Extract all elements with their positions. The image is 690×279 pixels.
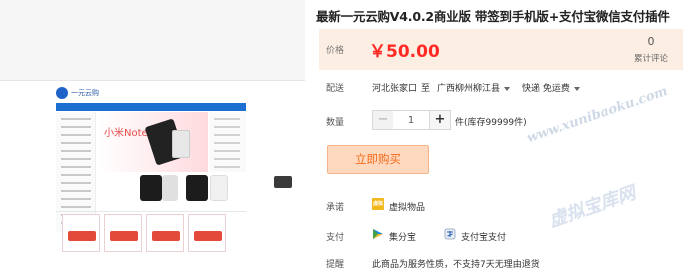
site-banner: 小米Note bbox=[98, 112, 208, 172]
review-count[interactable]: 0 bbox=[633, 35, 669, 48]
promise-text: 虚拟物品 bbox=[389, 203, 426, 213]
price-value: ￥50.00 bbox=[369, 42, 440, 62]
site-product-thumb bbox=[210, 175, 228, 201]
site-product-card bbox=[104, 214, 142, 252]
destination-select[interactable]: 广西柳州柳江县 bbox=[437, 81, 511, 94]
shipping-text: 快递 免运费 bbox=[522, 84, 570, 94]
chevron-down-icon bbox=[573, 86, 580, 91]
virtual-goods-icon: 虚拟 bbox=[372, 198, 384, 210]
promise-label: 承诺 bbox=[326, 203, 345, 213]
site-product-thumb bbox=[140, 175, 162, 201]
notice-text: 此商品为服务性质，不支持7天无理由退货 bbox=[372, 260, 540, 270]
jifenbao-icon bbox=[372, 228, 384, 240]
destination-text: 广西柳州柳江县 bbox=[437, 84, 501, 94]
product-title: 最新一元云购V4.0.2商业版 带签到手机版+支付宝微信支付插件 bbox=[316, 9, 670, 24]
payment-label: 支付 bbox=[326, 233, 345, 243]
delivery-label: 配送 bbox=[326, 84, 345, 94]
shipping-select[interactable]: 快递 免运费 bbox=[522, 81, 580, 94]
price-panel: 价格 ￥50.00 0 累计评论 bbox=[319, 29, 683, 70]
payment-method-alipay[interactable]: 支付宝支付 bbox=[461, 230, 506, 243]
quantity-decrease-button[interactable]: − bbox=[372, 110, 394, 130]
site-nav-bar bbox=[56, 103, 246, 111]
site-product-card bbox=[146, 214, 184, 252]
site-product-card bbox=[62, 214, 100, 252]
stock-text: 件(库存99999件) bbox=[455, 118, 527, 128]
buy-now-button[interactable]: 立即购买 bbox=[327, 145, 429, 174]
ship-from: 河北张家口 bbox=[372, 84, 418, 94]
payment-method-jifenbao[interactable]: 集分宝 bbox=[389, 230, 416, 243]
alipay-icon bbox=[444, 228, 456, 240]
site-qr-widget bbox=[274, 176, 292, 188]
site-product-thumb bbox=[186, 175, 208, 201]
quantity-label: 数量 bbox=[326, 118, 345, 128]
notice-label: 提醒 bbox=[326, 260, 345, 270]
watermark-name: 虚拟宝库网 bbox=[546, 182, 639, 232]
quantity-input[interactable] bbox=[393, 110, 429, 130]
review-label[interactable]: 累计评论 bbox=[621, 52, 681, 64]
price-label: 价格 bbox=[326, 46, 345, 56]
website-screenshot: 一元云购 小米Note bbox=[0, 80, 305, 279]
product-image[interactable]: 一元云购 小米Note bbox=[0, 0, 305, 279]
site-logo: 一元云购 bbox=[56, 87, 104, 99]
site-product-card bbox=[188, 214, 226, 252]
chevron-down-icon bbox=[504, 86, 511, 91]
site-product-thumb bbox=[162, 175, 178, 201]
site-right-column bbox=[210, 112, 246, 172]
quantity-increase-button[interactable]: + bbox=[429, 110, 451, 130]
ship-to-word: 至 bbox=[421, 84, 431, 94]
site-section-title bbox=[56, 206, 246, 212]
